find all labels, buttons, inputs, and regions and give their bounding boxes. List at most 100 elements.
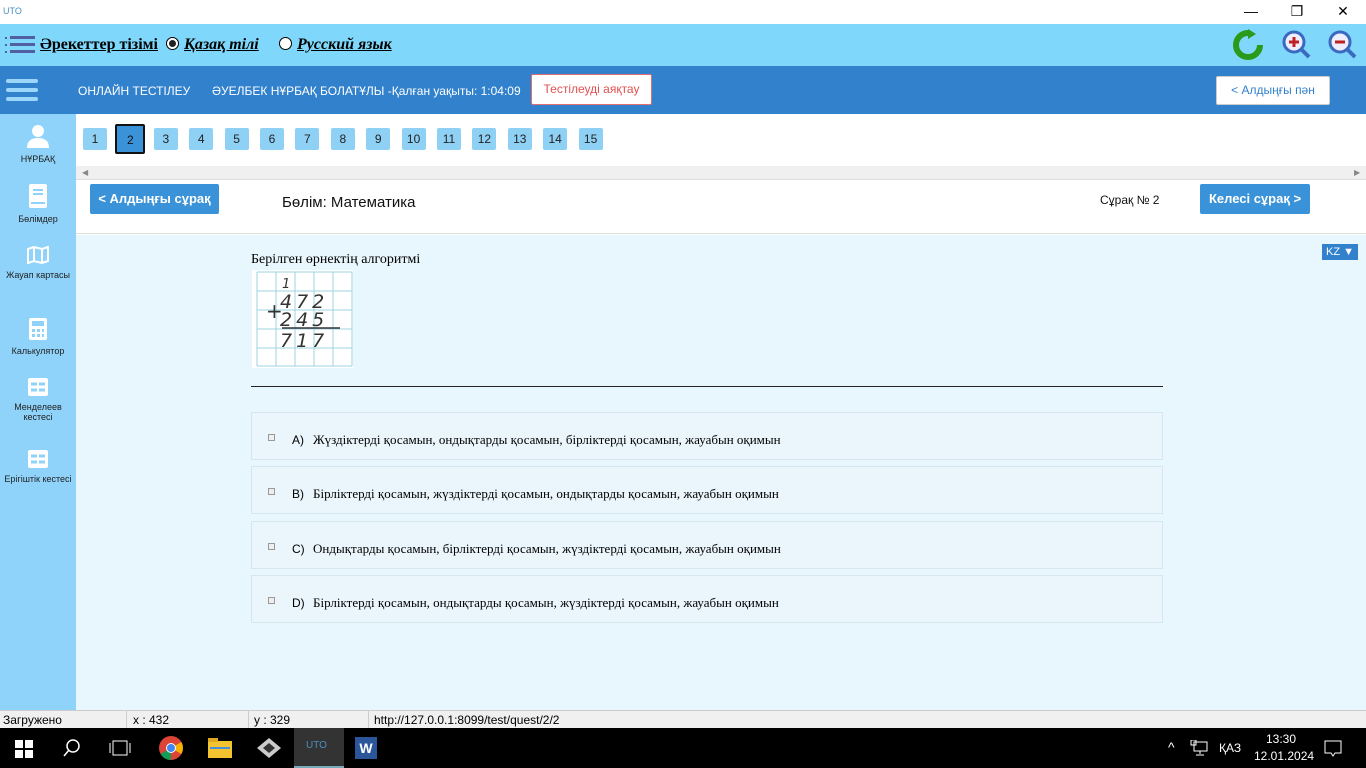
lang-select[interactable]: KZ ▼ — [1322, 244, 1358, 260]
word-icon[interactable]: W — [355, 737, 377, 759]
question-number-button[interactable]: 7 — [295, 128, 320, 150]
prev-subject-button[interactable]: < Алдыңғы пән — [1216, 76, 1330, 105]
question-number-button[interactable]: 2 — [115, 124, 146, 154]
section-title: Бөлім: Математика — [282, 194, 416, 211]
chevron-up-icon[interactable]: ^ — [1168, 739, 1175, 755]
question-number-button[interactable]: 12 — [472, 128, 497, 150]
taskbar: UTO W ^ ҚАЗ 13:30 12.01.2024 — [0, 728, 1366, 768]
network-icon[interactable] — [1190, 740, 1208, 756]
answer-letter: C) — [292, 542, 305, 556]
table-icon — [28, 450, 48, 468]
scroll-right-icon[interactable]: ▶ — [1354, 168, 1360, 177]
book-icon — [29, 184, 47, 208]
answer-option-c[interactable]: C) Ондықтарды қосамын, бірліктерді қосамы… — [251, 521, 1163, 569]
status-url: http://127.0.0.1:8099/test/quest/2/2 — [374, 713, 560, 727]
sidebar-item-label: Менделеев кестесі — [14, 402, 62, 422]
radio-russian[interactable] — [279, 37, 292, 50]
answer-letter: B) — [292, 487, 304, 501]
restore-button[interactable]: ❐ — [1274, 0, 1320, 24]
table-icon — [28, 378, 48, 396]
divider — [368, 711, 369, 729]
answer-letter: D) — [292, 596, 305, 610]
scroll-left-icon[interactable]: ◀ — [82, 168, 88, 177]
app-icon[interactable] — [257, 738, 281, 758]
zoom-in-icon[interactable] — [1282, 30, 1312, 60]
nav-bar: ОНЛАЙН ТЕСТІЛЕУ ӘУЕЛБЕК НҰРБАҚ БОЛАТҰЛЫ … — [0, 66, 1366, 114]
question-image: + 1 472 245 717 — [252, 270, 353, 368]
toolbar: Әрекеттер тізімі Қазақ тілі Русский язык — [0, 24, 1366, 66]
question-number-button[interactable]: 14 — [543, 128, 568, 150]
sidebar-item-mendeleev[interactable]: Менделеев кестесі — [0, 378, 76, 422]
status-state: Загружено — [3, 713, 62, 727]
question-number-button[interactable]: 11 — [437, 128, 461, 150]
answer-checkbox[interactable] — [268, 488, 275, 495]
horizontal-scrollbar[interactable]: ◀ ▶ — [76, 166, 1366, 180]
question-number-button[interactable]: 6 — [260, 128, 284, 150]
answer-option-d[interactable]: D) Бірліктерді қосамын, ондықтарды қосамы… — [251, 575, 1163, 623]
question-number-button[interactable]: 13 — [507, 128, 532, 150]
clock-time[interactable]: 13:30 — [1266, 732, 1296, 746]
radio-kazakh[interactable] — [166, 37, 179, 50]
sidebar-item-sections[interactable]: Бөлімдер — [0, 184, 76, 224]
lang-russian-link[interactable]: Русский язык — [297, 36, 392, 54]
input-language[interactable]: ҚАЗ — [1219, 741, 1241, 755]
file-explorer-icon[interactable] — [208, 738, 232, 758]
sidebar: НҰРБАҚ Бөлімдер Жауап картасы Калькулято… — [0, 114, 76, 710]
uto-app-taskbar-button[interactable]: UTO — [294, 728, 344, 768]
answer-option-b[interactable]: B) Бірліктерді қосамын, жүздіктерді қосам… — [251, 466, 1163, 514]
answer-text: Бірліктерді қосамын, жүздіктерді қосамын… — [313, 486, 779, 501]
answer-checkbox[interactable] — [268, 597, 275, 604]
map-icon — [27, 246, 49, 264]
answer-checkbox[interactable] — [268, 543, 275, 550]
finish-test-button[interactable]: Тестілеуді аяқтау — [531, 74, 652, 105]
sidebar-item-answer-map[interactable]: Жауап картасы — [0, 246, 76, 280]
list-icon[interactable] — [5, 36, 35, 54]
app-title: ОНЛАЙН ТЕСТІЛЕУ — [78, 84, 191, 98]
refresh-icon[interactable] — [1233, 29, 1263, 61]
task-view-icon[interactable] — [109, 740, 131, 756]
question-number-button[interactable]: 10 — [401, 128, 426, 150]
question-number-button[interactable]: 5 — [224, 128, 249, 150]
divider — [248, 711, 249, 729]
notifications-icon[interactable] — [1324, 740, 1342, 757]
divider — [126, 711, 127, 729]
question-navigator: 1 2 3 4 5 6 7 8 9 10 11 12 13 14 15 — [76, 114, 1366, 166]
sidebar-item-calculator[interactable]: Калькулятор — [0, 318, 76, 356]
sidebar-item-label: Бөлімдер — [18, 214, 58, 224]
chrome-icon[interactable] — [159, 736, 183, 760]
question-header: < Алдыңғы сұрақ Бөлім: Математика Сұрақ … — [76, 180, 1366, 234]
uto-app-icon: UTO — [306, 740, 327, 751]
status-y: y : 329 — [254, 713, 291, 727]
next-question-button[interactable]: Келесі сұрақ > — [1200, 184, 1310, 214]
actions-list-link[interactable]: Әрекеттер тізімі — [40, 36, 158, 54]
question-number-button[interactable]: 9 — [366, 128, 391, 150]
prev-question-button[interactable]: < Алдыңғы сұрақ — [90, 184, 219, 214]
minimize-button[interactable]: — — [1228, 0, 1274, 24]
question-number-button[interactable]: 4 — [189, 128, 214, 150]
sidebar-item-label: НҰРБАҚ — [20, 154, 56, 164]
answer-checkbox[interactable] — [268, 434, 275, 441]
answer-letter: A) — [292, 433, 304, 447]
clock-date[interactable]: 12.01.2024 — [1254, 749, 1314, 763]
answer-option-a[interactable]: A) Жүздіктерді қосамын, ондықтарды қосамы… — [251, 412, 1163, 460]
calculator-icon — [29, 318, 47, 340]
question-number-button[interactable]: 8 — [330, 128, 355, 150]
divider — [251, 386, 1163, 387]
menu-icon[interactable] — [6, 79, 38, 101]
student-timer: ӘУЕЛБЕК НҰРБАҚ БОЛАТҰЛЫ -Қалған уақыты: … — [212, 84, 521, 98]
windows-start-icon[interactable] — [15, 740, 33, 758]
zoom-out-icon[interactable] — [1328, 30, 1358, 60]
question-number-button[interactable]: 3 — [153, 128, 178, 150]
lang-kazakh-link[interactable]: Қазақ тілі — [184, 36, 259, 54]
carry-digit: 1 — [282, 277, 290, 292]
answer-text: Бірліктерді қосамын, ондықтарды қосамын,… — [313, 595, 779, 610]
question-number-button[interactable]: 15 — [578, 128, 603, 150]
question-content: KZ ▼ Берілген өрнектің алгоритмі + 1 472… — [76, 235, 1366, 710]
sidebar-item-solubility[interactable]: Ерігіштік кестесі — [0, 450, 76, 484]
question-text: Берілген өрнектің алгоритмі — [251, 252, 421, 267]
close-button[interactable]: ✕ — [1320, 0, 1366, 24]
sidebar-item-user[interactable]: НҰРБАҚ — [0, 124, 76, 164]
addend-2: 245 — [280, 309, 328, 331]
question-number-button[interactable]: 1 — [83, 128, 107, 150]
search-icon[interactable] — [63, 739, 81, 757]
